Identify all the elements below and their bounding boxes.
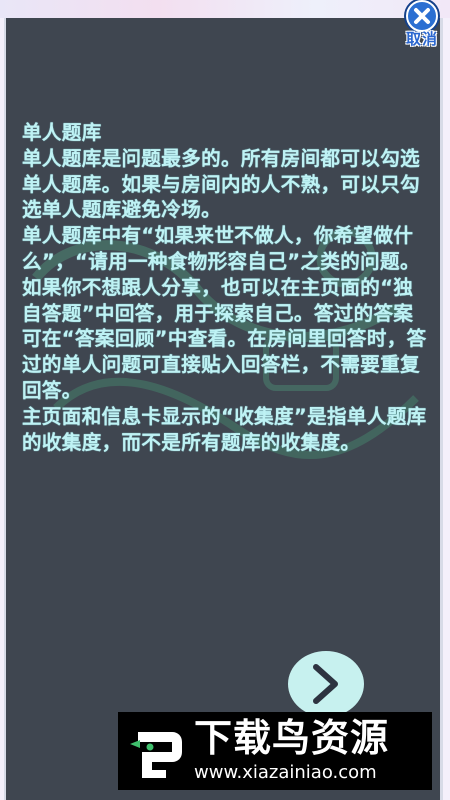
bird-logo-icon <box>130 732 182 778</box>
help-paragraph-1: 单人题库是问题最多的。所有房间都可以勾选单人题库。如果与房间内的人不熟，可以只勾… <box>22 146 421 222</box>
watermark-banner: 下载鸟资源 www.xiazainiao.com <box>118 712 432 790</box>
help-text-block: 单人题库 单人题库是问题最多的。所有房间都可以勾选单人题库。如果与房间内的人不熟… <box>22 120 430 455</box>
help-paragraph-3: 主页面和信息卡显示的“收集度”是指单人题库的收集度，而不是所有题库的收集度。 <box>22 404 427 454</box>
help-dialog-panel: 单人题库 单人题库是问题最多的。所有房间都可以勾选单人题库。如果与房间内的人不熟… <box>4 18 443 800</box>
section-title: 单人题库 <box>22 121 102 144</box>
watermark-title: 下载鸟资源 <box>194 716 390 760</box>
help-paragraph-2: 单人题库中有“如果来世不做人，你希望做什么”，“请用一种食物形容自己”之类的问题… <box>22 224 427 402</box>
watermark-url: www.xiazainiao.com <box>194 762 377 783</box>
cancel-label: 取消 <box>405 30 438 48</box>
chevron-right-icon <box>313 664 338 704</box>
cancel-button[interactable]: 取消 <box>398 0 446 50</box>
next-page-button[interactable] <box>288 651 364 717</box>
top-background-strip <box>0 0 450 18</box>
